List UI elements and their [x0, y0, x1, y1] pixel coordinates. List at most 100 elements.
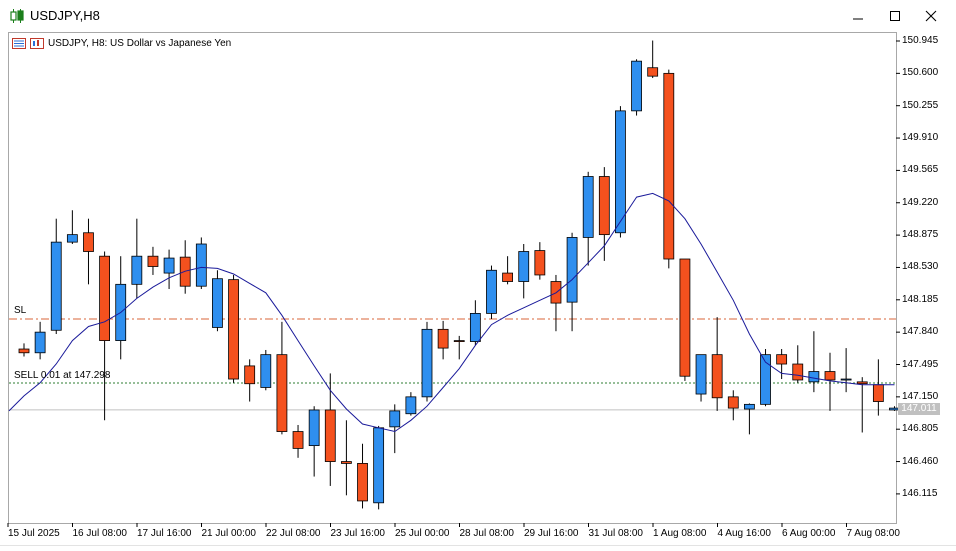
- candle: [776, 349, 788, 380]
- candle: [373, 425, 385, 510]
- bull-candle-body: [421, 328, 433, 398]
- candle: [147, 246, 159, 275]
- chart-header-text: USDJPY, H8: US Dollar vs Japanese Yen: [48, 37, 232, 49]
- candle: [469, 300, 481, 346]
- time-tick-label: 22 Jul 08:00: [266, 528, 321, 539]
- bull-candle-body: [195, 243, 207, 287]
- bear-candle-body: [663, 72, 675, 260]
- time-tick-label: 6 Aug 00:00: [782, 528, 836, 539]
- price-tick-label: 147.840: [902, 326, 939, 338]
- price-tick-label: 148.185: [902, 293, 939, 305]
- candle: [66, 210, 78, 245]
- candle: [405, 392, 417, 416]
- bear-candle-body: [872, 384, 884, 402]
- chart-header: USDJPY, H8: US Dollar vs Japanese Yen: [12, 36, 231, 50]
- time-tick-label: 15 Jul 2025: [8, 528, 60, 539]
- bull-candle-body: [212, 278, 223, 328]
- time-tick-label: 7 Aug 08:00: [846, 528, 900, 539]
- candle: [518, 244, 530, 299]
- bear-candle-body: [776, 354, 788, 365]
- bull-candle-body: [518, 251, 530, 282]
- price-tick-label: 146.805: [902, 423, 939, 435]
- bear-candle-body: [437, 328, 449, 349]
- candle: [34, 321, 46, 360]
- candle: [711, 317, 723, 411]
- price-tick-label: 147.495: [902, 358, 939, 370]
- candle: [340, 420, 352, 496]
- bull-candle-body: [486, 269, 497, 314]
- candle: [872, 359, 884, 416]
- trade-line-label[interactable]: SELL 0.01 at 147.298: [14, 370, 110, 381]
- candle: [744, 403, 755, 435]
- price-tick-label: 148.875: [902, 229, 939, 241]
- candle: [792, 345, 804, 383]
- bull-candle-body: [163, 257, 175, 274]
- bear-candle-body: [647, 67, 659, 77]
- time-tick-label: 28 Jul 08:00: [459, 528, 515, 539]
- bear-candle-body: [99, 255, 110, 341]
- bear-candle-body: [824, 371, 836, 381]
- candle: [615, 106, 626, 238]
- time-tick-label: 1 Aug 08:00: [653, 528, 707, 539]
- candle: [115, 256, 127, 360]
- bear-candle-body: [244, 365, 256, 385]
- candle: [244, 359, 256, 402]
- bear-candle-body: [147, 255, 159, 267]
- candle: [647, 40, 659, 79]
- bear-candle-body: [276, 354, 288, 432]
- bull-candle-body: [405, 396, 417, 415]
- candle: [663, 69, 675, 269]
- price-tick-label: 146.460: [902, 455, 939, 467]
- bear-candle-body: [727, 396, 739, 409]
- bull-candle-body: [744, 403, 755, 410]
- candle: [99, 251, 110, 421]
- bear-candle-body: [856, 381, 868, 385]
- time-tick-label: 25 Jul 00:00: [395, 528, 450, 539]
- bear-candle-body: [357, 463, 368, 502]
- bull-candle-body: [469, 312, 481, 342]
- bear-candle-body: [324, 409, 336, 462]
- candle: [598, 167, 610, 261]
- candle: [824, 352, 836, 411]
- price-tick-label: 149.910: [902, 132, 939, 144]
- price-tick-label: 150.600: [902, 67, 939, 79]
- price-tick-label: 150.945: [902, 35, 939, 46]
- price-tick-label: 148.530: [902, 261, 939, 273]
- bull-candle-body: [631, 60, 642, 112]
- candle: [83, 218, 94, 285]
- bear-candle-body: [18, 348, 30, 354]
- bull-candle-body: [34, 331, 46, 354]
- bear-candle-body: [228, 279, 239, 380]
- bull-candle-body: [308, 409, 320, 447]
- price-chart[interactable]: [0, 0, 956, 551]
- candle: [840, 348, 852, 393]
- bear-candle-body: [502, 272, 514, 282]
- candle: [179, 240, 191, 294]
- time-tick-label: 21 Jul 00:00: [201, 528, 257, 539]
- candle: [502, 256, 514, 285]
- time-tick-label: 4 Aug 16:00: [717, 528, 771, 539]
- candle: [856, 377, 868, 433]
- bull-candle-body: [695, 354, 707, 395]
- bear-candle-body: [679, 258, 691, 377]
- time-tick-label: 29 Jul 16:00: [524, 528, 579, 539]
- candle: [679, 258, 691, 381]
- bull-candle-body: [840, 378, 852, 381]
- candle: [260, 349, 272, 391]
- symbol-list-icon: [12, 37, 26, 49]
- time-tick-label: 23 Jul 16:00: [330, 528, 386, 539]
- bear-candle-body: [792, 363, 804, 381]
- candle: [18, 343, 30, 357]
- candle: [727, 390, 739, 421]
- time-tick-label: 17 Jul 16:00: [137, 528, 192, 539]
- bull-candle-body: [373, 427, 385, 504]
- bull-candle-body: [566, 237, 578, 303]
- bull-candle-body: [260, 354, 272, 388]
- chart-properties-icon: [30, 37, 44, 49]
- price-tick-label: 149.565: [902, 164, 939, 176]
- bear-candle-body: [453, 340, 465, 342]
- bear-candle-body: [292, 431, 304, 449]
- price-tick-label: 146.115: [902, 487, 938, 499]
- candle: [631, 59, 642, 116]
- candle: [582, 171, 594, 266]
